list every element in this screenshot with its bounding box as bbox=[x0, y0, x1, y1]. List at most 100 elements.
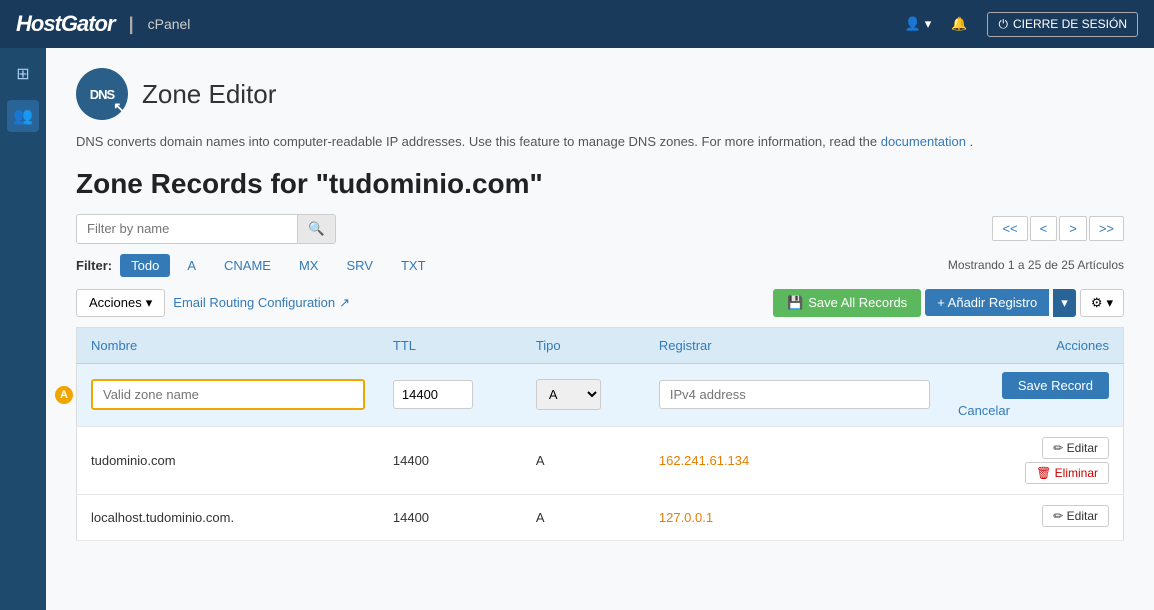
add-record-label: + Añadir Registro bbox=[937, 295, 1037, 310]
gear-dropdown-icon: ▾ bbox=[1106, 295, 1113, 311]
bell-icon[interactable]: 🔔 bbox=[951, 16, 967, 32]
filter-tab-a[interactable]: A bbox=[176, 254, 207, 277]
page-header: DNS ↖ Zone Editor bbox=[76, 68, 1124, 120]
pagination-prev[interactable]: < bbox=[1030, 216, 1058, 241]
showing-text: Mostrando 1 a 25 de 25 Artículos bbox=[948, 258, 1124, 272]
col-header-tipo: Tipo bbox=[522, 327, 645, 363]
name-input[interactable] bbox=[93, 381, 363, 408]
gear-icon: ⚙ bbox=[1091, 295, 1103, 311]
pagination-last[interactable]: >> bbox=[1089, 216, 1124, 241]
page-title: Zone Editor bbox=[142, 79, 276, 110]
filter-tab-todo[interactable]: Todo bbox=[120, 254, 170, 277]
save-all-icon: 💾 bbox=[787, 295, 803, 311]
toolbar: Acciones ▾ Email Routing Configuration ↗… bbox=[76, 289, 1124, 317]
add-record-button[interactable]: + Añadir Registro bbox=[925, 289, 1049, 316]
actions-cell: ✏ Editar 🗑 Eliminar bbox=[958, 437, 1109, 484]
dns-icon: DNS ↖ bbox=[76, 68, 128, 120]
row-record: 127.0.0.1 bbox=[645, 494, 944, 540]
user-person-icon: 👤 bbox=[905, 16, 921, 32]
row-type: A bbox=[522, 426, 645, 494]
brand: HostGator | cPanel bbox=[16, 11, 190, 37]
search-box: 🔍 bbox=[76, 214, 336, 244]
table-row: localhost.tudominio.com. 14400 A 127.0.0… bbox=[77, 494, 1124, 540]
cursor-icon: ↖ bbox=[113, 99, 124, 116]
sidebar-icon-users[interactable]: 👥 bbox=[7, 100, 39, 132]
pagination-first[interactable]: << bbox=[992, 216, 1027, 241]
row-label-badge: A bbox=[55, 386, 73, 404]
email-routing-external-icon: ↗ bbox=[339, 295, 350, 311]
top-nav-right: 👤 ▾ 🔔 ⏻ CIERRE DE SESIÓN bbox=[905, 12, 1138, 37]
filter-label: Filter: bbox=[76, 258, 112, 273]
save-record-button[interactable]: Save Record bbox=[1002, 372, 1109, 399]
row-actions: ✏ Editar 🗑 Eliminar bbox=[944, 426, 1124, 494]
gear-button[interactable]: ⚙ ▾ bbox=[1080, 289, 1124, 317]
name-input-wrap bbox=[91, 379, 365, 410]
pagination: << < > >> bbox=[992, 216, 1124, 241]
add-row-name-cell: A bbox=[77, 363, 379, 426]
filter-tab-srv[interactable]: SRV bbox=[335, 254, 384, 277]
pagination-next[interactable]: > bbox=[1059, 216, 1087, 241]
main-layout: ⊞ 👥 DNS ↖ Zone Editor DNS converts domai… bbox=[0, 48, 1154, 610]
email-routing-link[interactable]: Email Routing Configuration ↗ bbox=[173, 295, 350, 311]
filter-tab-txt[interactable]: TXT bbox=[390, 254, 437, 277]
add-row-ttl-cell bbox=[379, 363, 522, 426]
filter-row: Filter: Todo A CNAME MX SRV TXT Mostrand… bbox=[76, 254, 1124, 277]
add-row-record-cell bbox=[645, 363, 944, 426]
logout-label: CIERRE DE SESIÓN bbox=[1013, 17, 1127, 31]
add-record-dropdown[interactable]: ▾ bbox=[1053, 289, 1076, 317]
table-header: Nombre TTL Tipo Registrar Acciones bbox=[77, 327, 1124, 363]
col-header-nombre: Nombre bbox=[77, 327, 379, 363]
logout-icon: ⏻ bbox=[998, 17, 1008, 32]
col-header-ttl: TTL bbox=[379, 327, 522, 363]
search-input[interactable] bbox=[77, 215, 297, 243]
edit-button[interactable]: ✏ Editar bbox=[1042, 505, 1109, 527]
filter-tab-mx[interactable]: MX bbox=[288, 254, 330, 277]
row-ttl: 14400 bbox=[379, 494, 522, 540]
page-description: DNS converts domain names into computer-… bbox=[76, 132, 1124, 152]
documentation-link[interactable]: documentation bbox=[881, 134, 966, 149]
filter-bar: 🔍 << < > >> bbox=[76, 214, 1124, 244]
row-type: A bbox=[522, 494, 645, 540]
delete-button[interactable]: 🗑 Eliminar bbox=[1025, 462, 1109, 484]
logout-button[interactable]: ⏻ CIERRE DE SESIÓN bbox=[987, 12, 1138, 37]
zone-title: Zone Records for "tudominio.com" bbox=[76, 168, 1124, 200]
dns-icon-text: DNS bbox=[90, 87, 114, 102]
save-all-records-button[interactable]: 💾 Save All Records bbox=[773, 289, 921, 317]
filter-tabs-area: Filter: Todo A CNAME MX SRV TXT bbox=[76, 254, 437, 277]
acciones-dropdown-icon: ▾ bbox=[146, 295, 153, 311]
save-all-label: Save All Records bbox=[808, 295, 907, 310]
cancel-button[interactable]: Cancelar bbox=[958, 403, 1010, 418]
type-select[interactable]: A AAAA CNAME MX TXT SRV bbox=[536, 379, 601, 410]
table-row: tudominio.com 14400 A 162.241.61.134 ✏ E… bbox=[77, 426, 1124, 494]
cpanel-label: cPanel bbox=[148, 16, 191, 32]
add-row-actions-cell: Save Record Cancelar bbox=[944, 363, 1124, 426]
col-header-acciones: Acciones bbox=[944, 327, 1124, 363]
records-table: Nombre TTL Tipo Registrar Acciones A bbox=[76, 327, 1124, 541]
email-routing-label: Email Routing Configuration bbox=[173, 295, 335, 310]
domain-name: localhost.tudominio.com. bbox=[91, 510, 234, 525]
table-body: A A AAAA CNAME MX T bbox=[77, 363, 1124, 540]
user-menu[interactable]: 👤 ▾ bbox=[905, 16, 932, 32]
acciones-button[interactable]: Acciones ▾ bbox=[76, 289, 165, 317]
brand-logo: HostGator bbox=[16, 11, 115, 37]
search-button[interactable]: 🔍 bbox=[297, 215, 335, 243]
ttl-input[interactable] bbox=[393, 380, 473, 409]
row-actions: ✏ Editar bbox=[944, 494, 1124, 540]
row-name: tudominio.com bbox=[77, 426, 379, 494]
sidebar-icon-grid[interactable]: ⊞ bbox=[7, 58, 39, 90]
ip-link[interactable]: 127.0.0.1 bbox=[659, 510, 713, 525]
row-record: 162.241.61.134 bbox=[645, 426, 944, 494]
user-dropdown-icon: ▾ bbox=[925, 16, 932, 32]
edit-button[interactable]: ✏ Editar bbox=[1042, 437, 1109, 459]
add-record-row: A A AAAA CNAME MX T bbox=[77, 363, 1124, 426]
actions-cell: ✏ Editar bbox=[958, 505, 1109, 530]
record-input[interactable] bbox=[659, 380, 930, 409]
acciones-label: Acciones bbox=[89, 295, 142, 310]
ip-link[interactable]: 162.241.61.134 bbox=[659, 453, 749, 468]
sidebar: ⊞ 👥 bbox=[0, 48, 46, 610]
add-row-type-cell: A AAAA CNAME MX TXT SRV bbox=[522, 363, 645, 426]
domain-name: tudominio.com bbox=[91, 453, 176, 468]
filter-tab-cname[interactable]: CNAME bbox=[213, 254, 282, 277]
toolbar-right: 💾 Save All Records + Añadir Registro ▾ ⚙… bbox=[773, 289, 1124, 317]
row-ttl: 14400 bbox=[379, 426, 522, 494]
